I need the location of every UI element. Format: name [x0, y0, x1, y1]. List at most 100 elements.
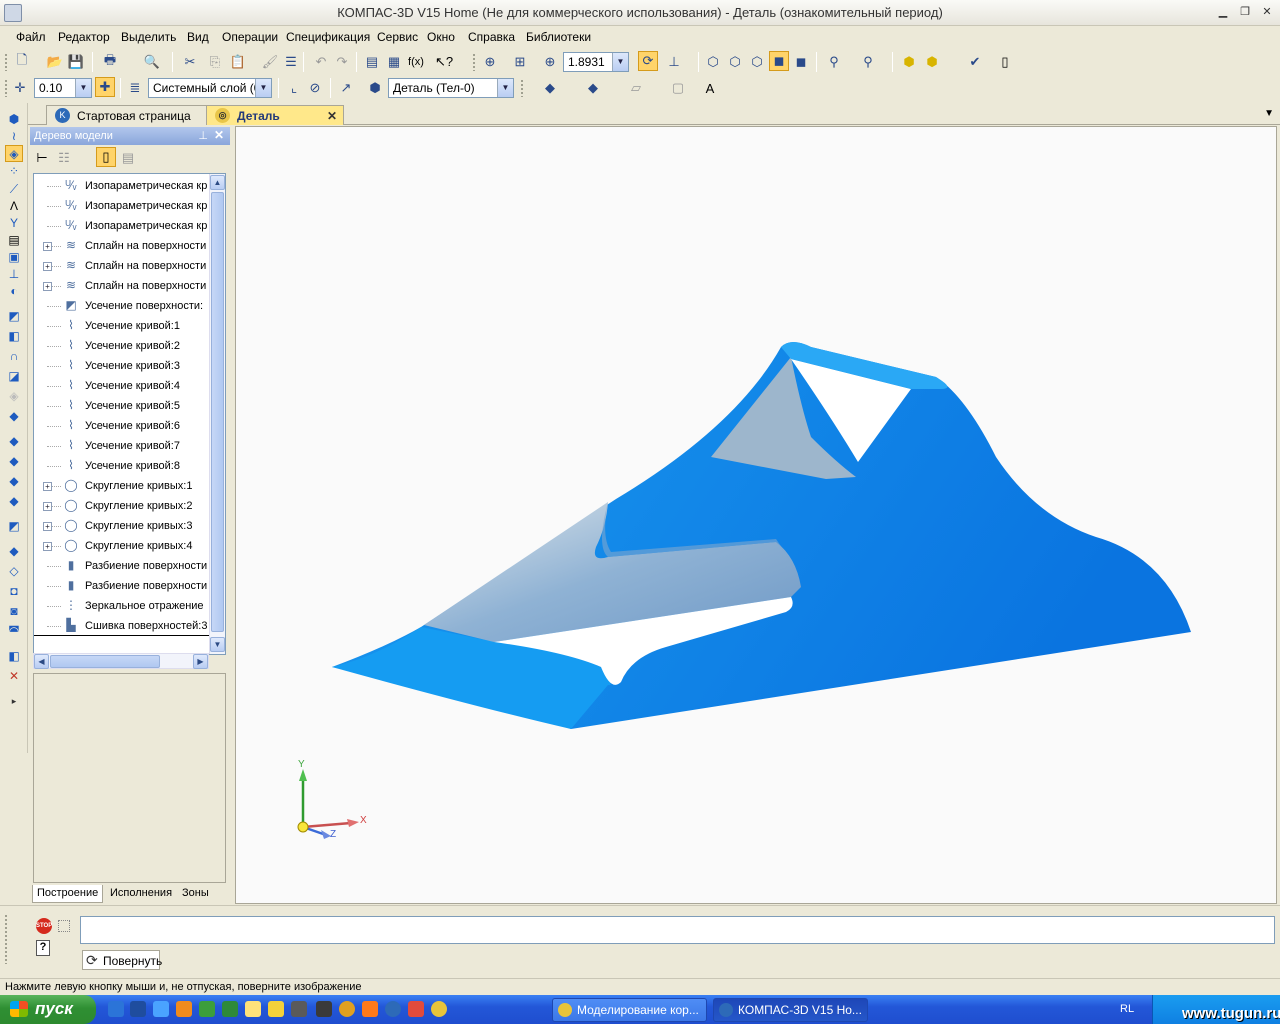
scroll-left-icon[interactable]: ◀ — [34, 654, 49, 669]
tree-item[interactable]: ᵁ⁄ᵥ Изопараметрическая кр — [34, 176, 209, 196]
tree-vertical-scrollbar[interactable]: ▲ ▼ — [209, 174, 225, 654]
expand-toolbar-icon[interactable]: ▸ — [5, 693, 23, 710]
tree-item[interactable]: ▙ Сшивка поверхностей:3 — [34, 616, 209, 636]
chrome-icon[interactable] — [431, 1001, 447, 1017]
snap-icon[interactable]: ✚ — [95, 77, 115, 97]
reports-icon[interactable]: ▣ — [5, 249, 23, 266]
language-indicator[interactable]: RL — [1120, 1003, 1134, 1015]
expand-icon[interactable]: + — [43, 262, 52, 271]
tree-item[interactable]: ᵁ⁄ᵥ Изопараметрическая кр — [34, 216, 209, 236]
firefox-icon[interactable] — [176, 1001, 192, 1017]
measure-icon[interactable]: ⚲ — [858, 52, 878, 72]
menu-operations[interactable]: Операции — [222, 30, 278, 44]
toolbar-grip[interactable] — [4, 53, 8, 71]
rss-icon[interactable] — [153, 1001, 169, 1017]
stop-icon[interactable]: STOP — [36, 918, 52, 934]
menu-window[interactable]: Окно — [427, 30, 455, 44]
close-panel-icon[interactable]: ✕ — [214, 128, 224, 142]
variables-button[interactable]: f(x) — [406, 52, 426, 72]
mesh-surface-icon[interactable]: ◈ — [5, 388, 23, 405]
game-icon[interactable] — [316, 1001, 332, 1017]
auto-create-icon[interactable] — [58, 920, 70, 932]
zoom-window-icon[interactable]: ⊕ — [480, 52, 500, 72]
tree-item[interactable]: ⌇ Усечение кривой:5 — [34, 396, 209, 416]
menu-libraries[interactable]: Библиотеки — [526, 30, 591, 44]
close-tab-icon[interactable]: ✕ — [327, 109, 337, 123]
spatial-curves-icon[interactable]: ≀ — [5, 128, 23, 145]
tree-item[interactable]: ᵁ⁄ᵥ Изопараметрическая кр — [34, 196, 209, 216]
tabs-menu-icon[interactable]: ▼ — [1264, 108, 1274, 119]
zoom-scale-select[interactable]: 1.8931 ▼ — [563, 52, 629, 72]
tree-item[interactable]: ◩ Усечение поверхности: — [34, 296, 209, 316]
print-icon[interactable]: 🖶 — [100, 52, 120, 72]
tree-item[interactable]: + ◯ Скругление кривых:1 — [34, 476, 209, 496]
tab-build[interactable]: Построение — [32, 885, 104, 903]
tree-item[interactable]: ⌇ Усечение кривой:7 — [34, 436, 209, 456]
body-select[interactable]: Деталь (Тел-0) ▼ — [388, 78, 514, 98]
menu-editor[interactable]: Редактор — [58, 30, 110, 44]
shaded-icon[interactable]: ◼ — [769, 51, 789, 71]
tab-versions[interactable]: Исполнения — [106, 885, 176, 903]
menu-select[interactable]: Выделить — [121, 30, 176, 44]
context-help-icon[interactable]: ↖? — [434, 52, 454, 72]
delete-surface-icon[interactable]: ✕ — [5, 668, 23, 685]
expand-icon[interactable]: + — [43, 542, 52, 551]
tool-icon[interactable] — [199, 1001, 215, 1017]
menu-help[interactable]: Справка — [468, 30, 515, 44]
model-surface[interactable] — [236, 127, 1278, 905]
kompas-icon[interactable] — [385, 1001, 401, 1017]
redo-icon[interactable]: ↷ — [332, 52, 352, 72]
menu-file[interactable]: Файл — [16, 30, 46, 44]
part-edit-icon[interactable]: ⬢ — [5, 111, 23, 128]
surfaces-icon[interactable]: ◈ — [5, 145, 23, 162]
tree-item[interactable]: + ≋ Сплайн на поверхности — [34, 236, 209, 256]
expand-icon[interactable]: + — [43, 482, 52, 491]
scroll-up-icon[interactable]: ▲ — [210, 175, 225, 190]
utility2-icon[interactable] — [408, 1001, 424, 1017]
tree-item[interactable]: ▮ Разбиение поверхности — [34, 556, 209, 576]
display-surfaces-icon[interactable]: ◆ — [583, 78, 603, 98]
tree-details-icon[interactable]: ▤ — [118, 148, 138, 168]
diagnostics-icon[interactable]: ⊥ — [5, 266, 23, 283]
cut-icon[interactable]: ✂ — [180, 52, 200, 72]
minimize-button[interactable]: ▁ — [1216, 6, 1230, 19]
copy-icon[interactable]: ⎘ — [205, 52, 225, 72]
display-layers-icon[interactable]: ▱ — [626, 78, 646, 98]
expand-icon[interactable]: + — [43, 282, 52, 291]
tool-settings-icon[interactable]: ▯ — [995, 52, 1015, 72]
scroll-thumb[interactable] — [50, 655, 160, 668]
task-chrome[interactable]: Моделирование кор... — [552, 998, 707, 1022]
chevron-down-icon[interactable]: ▼ — [75, 79, 91, 97]
media-player-icon[interactable] — [130, 1001, 146, 1017]
wireframe-icon[interactable]: ⬡ — [703, 52, 723, 72]
orientation-lock-icon[interactable]: ⊘ — [305, 78, 325, 98]
tree-item[interactable]: ⌇ Усечение кривой:6 — [34, 416, 209, 436]
expand-icon[interactable]: + — [43, 522, 52, 531]
rotate-icon[interactable]: ⟳ — [638, 51, 658, 71]
format-brush-icon[interactable]: 🖌 — [260, 52, 280, 72]
tree-horizontal-scrollbar[interactable]: ◀ ▶ — [33, 653, 209, 669]
menu-view[interactable]: Вид — [187, 30, 209, 44]
sheet-metal-icon[interactable]: ◐ — [5, 283, 23, 300]
arrays-icon[interactable]: ⁘ — [5, 163, 23, 180]
filters-icon[interactable]: Y — [5, 215, 23, 232]
thin-hidden-lines-icon[interactable]: ⬡ — [747, 52, 767, 72]
scroll-thumb[interactable] — [211, 192, 224, 632]
tree-item[interactable]: ⌇ Усечение кривой:2 — [34, 336, 209, 356]
fill-surface-icon[interactable]: ◘ — [5, 583, 23, 600]
step-cursor-icon[interactable]: ✛ — [10, 78, 30, 98]
tree-item[interactable]: ⋮ Зеркальное отражение — [34, 596, 209, 616]
restore-button[interactable]: ❐ — [1238, 6, 1252, 19]
command-field[interactable] — [80, 916, 1275, 944]
paste-icon[interactable]: 📋 — [228, 52, 248, 72]
step-select[interactable]: 0.10 ▼ — [34, 78, 92, 98]
filter-icon[interactable]: ⚲ — [824, 52, 844, 72]
offset-surface-icon[interactable]: ◆ — [5, 453, 23, 470]
undo-icon[interactable]: ↶ — [311, 52, 331, 72]
blender-icon[interactable] — [362, 1001, 378, 1017]
print-preview-icon[interactable]: 🔍 — [142, 52, 162, 72]
manager-icon[interactable]: ▤ — [362, 52, 382, 72]
chevron-down-icon[interactable]: ▼ — [255, 79, 271, 97]
tree-item[interactable]: ⌇ Усечение кривой:3 — [34, 356, 209, 376]
menu-service[interactable]: Сервис — [377, 30, 418, 44]
